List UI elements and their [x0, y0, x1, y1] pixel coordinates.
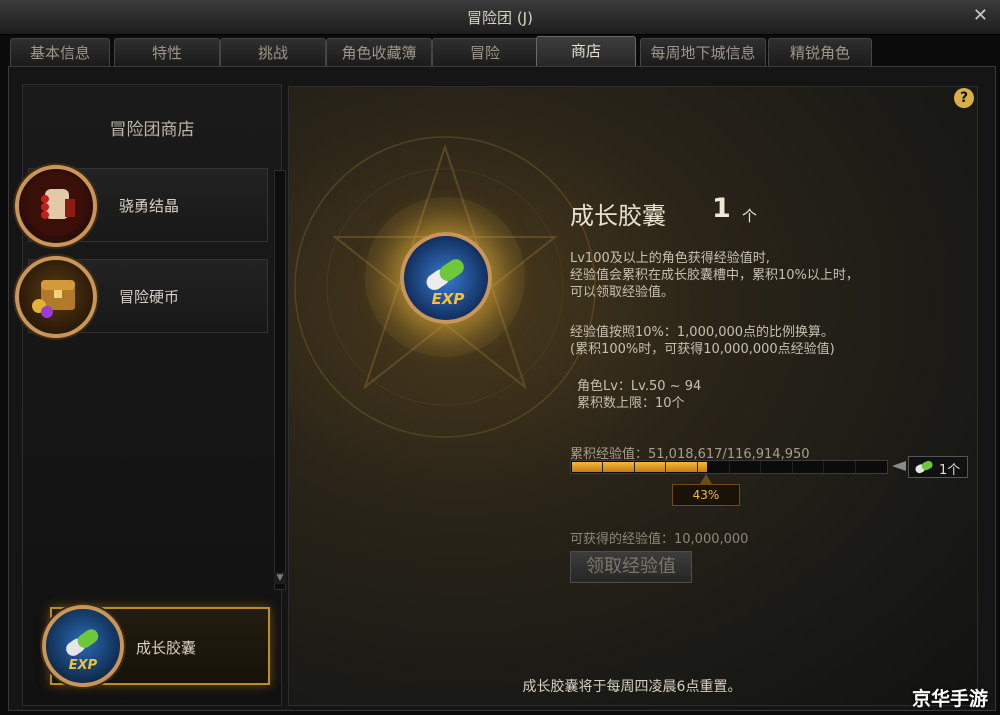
bar-divider	[697, 461, 698, 473]
bar-divider	[792, 461, 793, 473]
close-icon[interactable]: ✕	[973, 5, 988, 26]
reset-notice: 成长胶囊将于每周四凌晨6点重置。	[522, 679, 742, 695]
treasure-chest-icon	[15, 256, 97, 338]
tab-basic-info[interactable]: 基本信息	[10, 38, 110, 67]
exp-progress-bar	[570, 460, 888, 474]
exp-capsule-icon: EXP	[42, 605, 124, 687]
exp-capsule-icon: EXP	[400, 232, 492, 324]
window-titlebar: 冒险团 (J) ✕	[0, 0, 1000, 35]
progress-percent: 43%	[672, 484, 740, 506]
help-icon[interactable]: ?	[954, 88, 974, 108]
product-title: 成长胶囊	[570, 202, 666, 230]
bar-divider	[602, 461, 603, 473]
crystal-fist-icon	[15, 165, 97, 247]
conversion-rate-text: 经验值按照10%：1,000,000点的比例换算。 (累积100%时，可获得10…	[570, 325, 835, 357]
capsule-icon	[915, 460, 933, 474]
window-title: 冒险团 (J)	[467, 9, 533, 27]
sidebar-heading: 冒险团商店	[109, 120, 195, 140]
tab-challenge[interactable]: 挑战	[220, 38, 326, 67]
tab-traits[interactable]: 特性	[114, 38, 220, 67]
sidebar-item-growth-capsule[interactable]: EXP 成长胶囊	[42, 605, 270, 687]
svg-text:EXP: EXP	[69, 658, 98, 673]
sidebar-item-label: 冒险硬币	[119, 288, 180, 306]
level-limit-text: 角色Lv：Lv.50 ~ 94 累积数上限：10个	[577, 379, 702, 411]
product-unit: 个	[742, 207, 758, 225]
bar-divider	[760, 461, 761, 473]
product-count: 1	[712, 193, 731, 224]
sidebar-item-label: 骁勇结晶	[119, 197, 180, 215]
bar-divider	[855, 461, 856, 473]
exp-progress-fill	[572, 462, 708, 472]
scroll-down-icon[interactable]: ▼	[274, 572, 286, 584]
obtainable-exp-label: 可获得的经验值：10,000,000	[570, 532, 749, 547]
capsule-count-box: 1个	[908, 456, 968, 478]
tab-shop[interactable]: 商店	[536, 36, 636, 67]
claim-exp-button[interactable]: 领取经验值	[570, 551, 692, 583]
sidebar-scrollbar[interactable]	[274, 170, 286, 590]
watermark: 京华手游	[912, 688, 989, 710]
tab-character-collection[interactable]: 角色收藏簿	[326, 38, 432, 67]
bar-divider	[634, 461, 635, 473]
sidebar-item-label: 成长胶囊	[136, 639, 197, 657]
bar-divider	[729, 461, 730, 473]
bar-divider	[823, 461, 824, 473]
capsule-count: 1个	[939, 463, 961, 478]
svg-text:EXP: EXP	[432, 290, 465, 308]
sidebar-item-adventure-coin[interactable]: 冒险硬币	[15, 256, 268, 338]
progress-pointer-icon	[700, 474, 712, 484]
tab-adventure[interactable]: 冒险	[432, 38, 538, 67]
product-description: Lv100及以上的角色获得经验值时, 经验值会累积在成长胶囊槽中，累积10%以上…	[570, 251, 859, 300]
sidebar-item-valor-crystal[interactable]: 骁勇结晶	[15, 165, 268, 247]
bar-divider	[665, 461, 666, 473]
tab-weekly-dungeon[interactable]: 每周地下城信息	[640, 38, 766, 67]
arrow-left-icon	[892, 461, 906, 471]
tab-elite-characters[interactable]: 精锐角色	[768, 38, 872, 67]
